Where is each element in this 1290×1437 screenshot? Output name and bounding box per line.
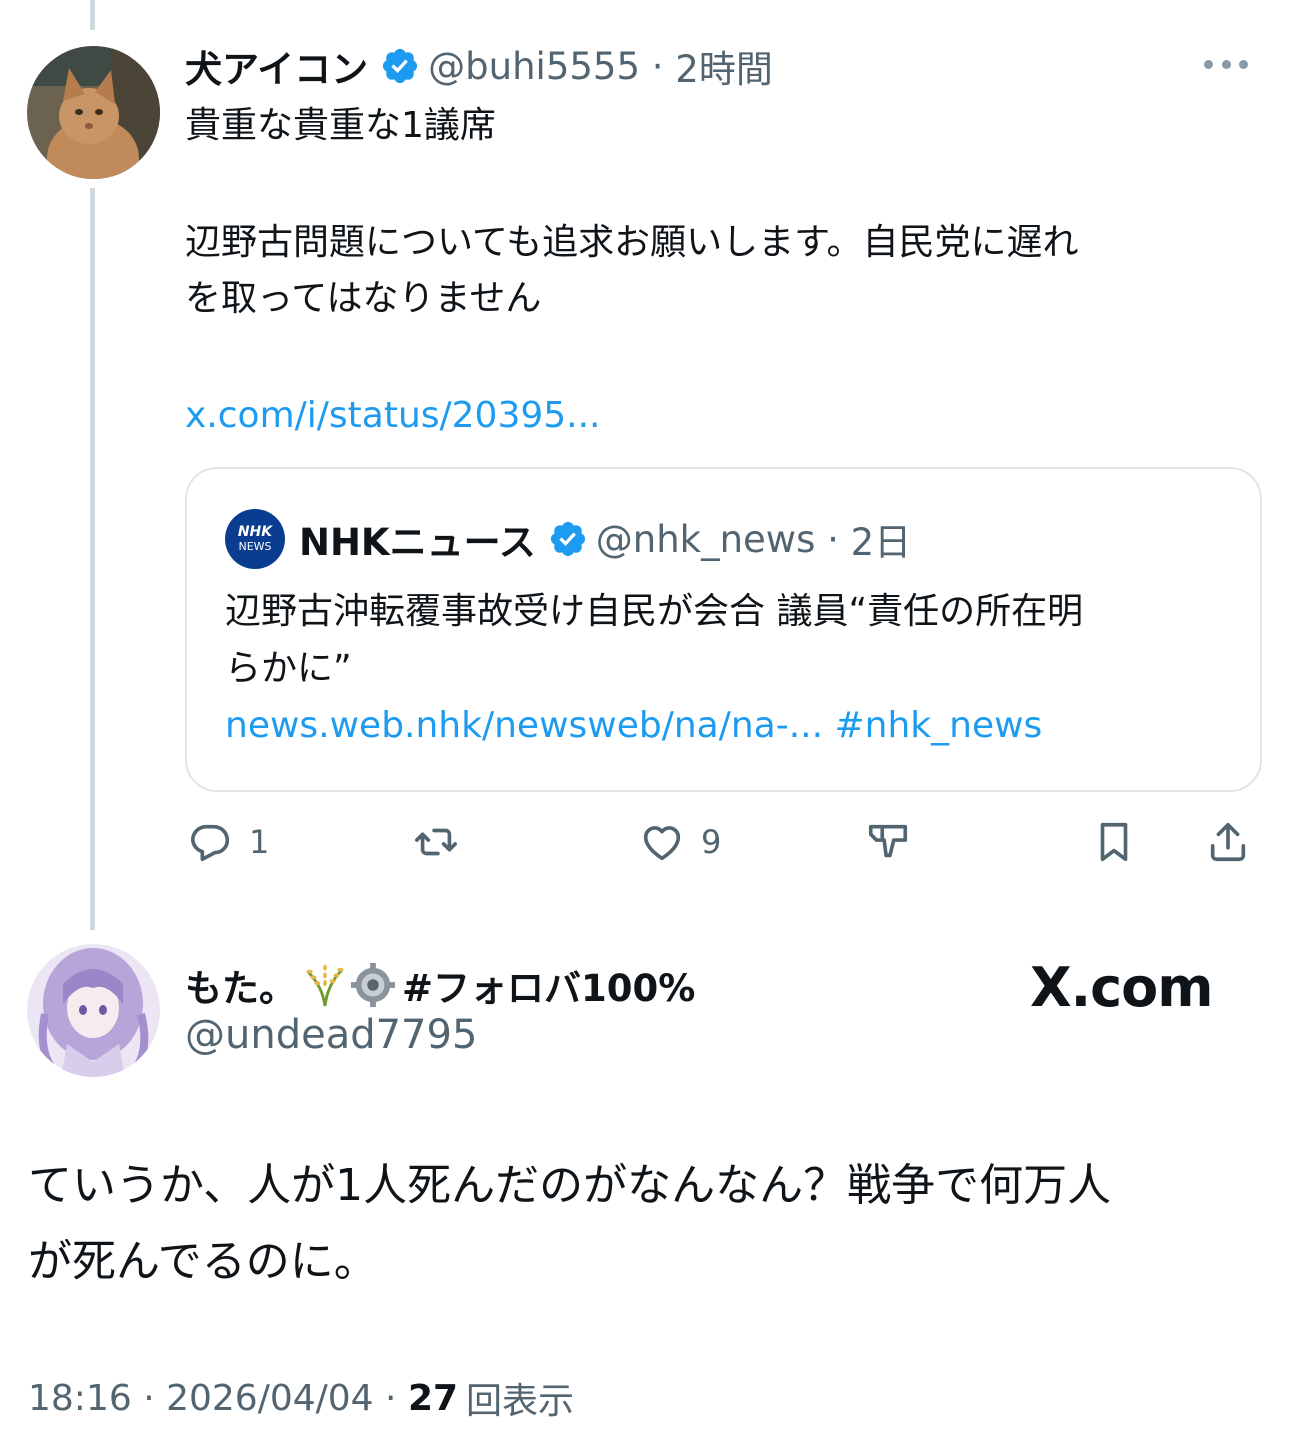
- reply-text-line-2: が死んでるのに。: [28, 1236, 378, 1287]
- bookmark-icon: [1100, 822, 1128, 862]
- parent-tweet-header: 犬アイコン @buhi5555 · 2時間: [185, 38, 773, 94]
- dislike-icon: [868, 824, 908, 858]
- like-button[interactable]: 9: [639, 812, 721, 872]
- quoted-text-line-1: 辺野古沖転覆事故受け自民が会合 議員“責任の所在明: [225, 591, 1084, 632]
- separator-dot: ·: [640, 44, 676, 88]
- verified-badge-icon: [550, 521, 585, 557]
- parent-text-line-2: 辺野古問題についても追求お願いします。自民党に遅れ: [185, 222, 1079, 263]
- tweet-meta: 18:16 · 2026/04/04 · 27 回表示: [28, 1372, 574, 1424]
- views-count: 27: [407, 1377, 459, 1419]
- tweet-action-bar: 1 9: [185, 812, 1265, 872]
- quoted-link[interactable]: news.web.nhk/newsweb/na/na-...: [225, 705, 823, 746]
- quoted-tweet-header: NHK NEWS NHKニュース @nhk_news · 2日: [225, 509, 912, 569]
- nhk-news-logo[interactable]: NHK NEWS: [225, 509, 285, 569]
- reply-handle[interactable]: @undead7795: [185, 1012, 477, 1058]
- quoted-timestamp[interactable]: 2日: [851, 512, 912, 566]
- parent-display-name[interactable]: 犬アイコン: [185, 39, 368, 93]
- separator-dot: ·: [131, 1377, 167, 1419]
- thread-line-top: [90, 0, 95, 30]
- like-count: 9: [701, 823, 722, 861]
- reply-avatar[interactable]: [27, 944, 160, 1077]
- bookmark-button[interactable]: [1091, 812, 1137, 872]
- share-button[interactable]: [1205, 812, 1251, 872]
- reply-button[interactable]: 1: [187, 812, 269, 872]
- gear-emoji-icon: [350, 962, 396, 1008]
- thread-line: [90, 188, 95, 930]
- parent-handle[interactable]: @buhi5555: [428, 45, 640, 88]
- reply-text-line-1: ていうか、人が1人死んだのがなんなん？戦争で何万人: [28, 1160, 1112, 1211]
- parent-text-line-3: を取ってはなりません: [185, 278, 542, 319]
- views-label: 回表示: [466, 1381, 575, 1422]
- reply-time[interactable]: 18:16: [28, 1378, 132, 1419]
- retweet-icon: [415, 828, 457, 856]
- logo-text-top: NHK: [237, 524, 273, 540]
- quoted-hashtag[interactable]: #nhk_news: [835, 705, 1043, 746]
- reply-text: ていうか、人が1人死んだのがなんなん？戦争で何万人 が死んでるのに。: [28, 1148, 1111, 1300]
- separator-dot: ·: [815, 517, 851, 561]
- parent-link[interactable]: x.com/i/status/20395...: [185, 388, 601, 444]
- logo-text-bottom: NEWS: [238, 540, 272, 553]
- reply-count: 1: [249, 823, 270, 861]
- reply-icon: [190, 824, 230, 862]
- verified-badge-icon: [383, 48, 418, 84]
- like-icon: [643, 826, 681, 861]
- share-icon: [1210, 822, 1246, 862]
- parent-text-line-1: 貴重な貴重な1議席: [185, 105, 496, 146]
- xcom-watermark: X.com: [1030, 955, 1214, 1019]
- quoted-text-line-2: らかに”: [225, 648, 352, 689]
- reply-display-name[interactable]: もた。 #フォロバ100%: [185, 955, 695, 1015]
- rice-emoji-icon: [306, 964, 344, 1007]
- retweet-button[interactable]: [413, 812, 459, 872]
- parent-avatar[interactable]: [27, 46, 160, 179]
- quoted-tweet-card[interactable]: NHK NEWS NHKニュース @nhk_news · 2日 辺野古沖転覆事故…: [185, 467, 1262, 792]
- dislike-button[interactable]: [865, 812, 911, 872]
- separator-dot: ·: [373, 1377, 408, 1419]
- reply-display-name-prefix: もた。: [185, 967, 296, 1010]
- more-icon[interactable]: [1204, 52, 1248, 76]
- quoted-display-name[interactable]: NHKニュース: [299, 512, 536, 566]
- reply-display-name-suffix: #フォロバ100%: [402, 967, 696, 1010]
- parent-timestamp[interactable]: 2時間: [675, 39, 773, 93]
- reply-date[interactable]: 2026/04/04: [166, 1378, 374, 1419]
- quoted-handle[interactable]: @nhk_news: [596, 518, 816, 561]
- quoted-tweet-body: 辺野古沖転覆事故受け自民が会合 議員“責任の所在明 らかに” news.web.…: [225, 583, 1083, 754]
